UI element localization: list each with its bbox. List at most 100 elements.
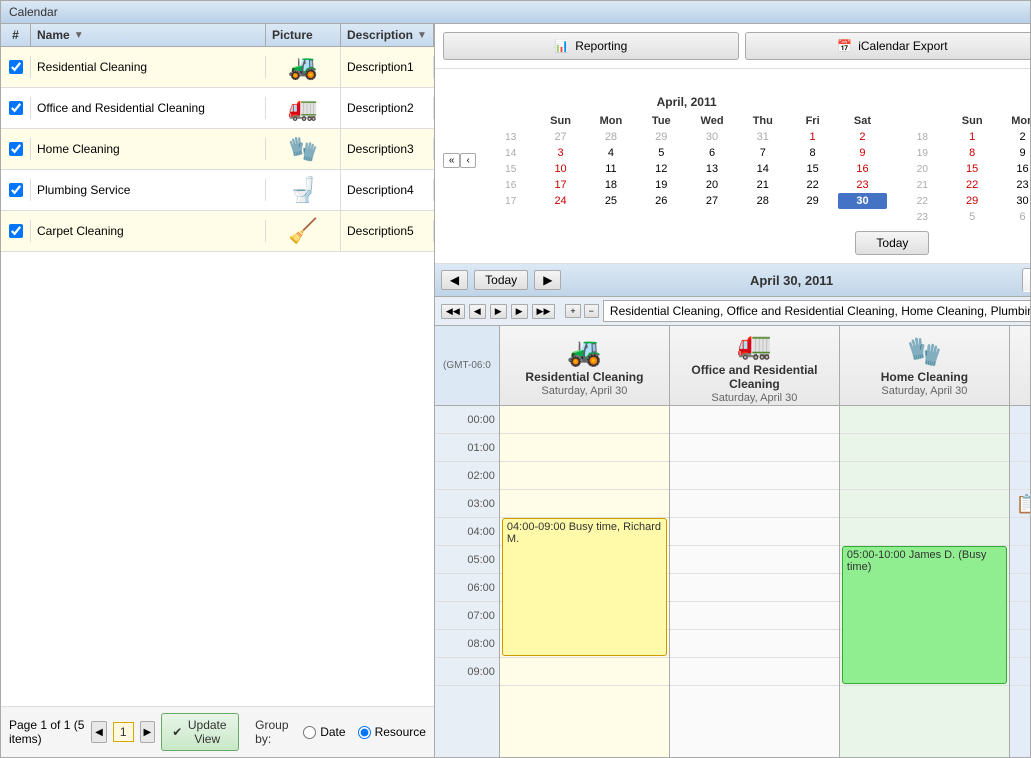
event-block[interactable]: 05:00-10:00 James D. (Busy time) bbox=[842, 546, 1007, 684]
today-btn[interactable]: Today bbox=[855, 231, 929, 255]
row-checkbox[interactable] bbox=[9, 224, 23, 238]
grid-time-slot[interactable] bbox=[500, 434, 669, 462]
grid-col-3[interactable]: 📋Booking System For Cleaning Service - P… bbox=[1010, 406, 1030, 757]
cal-day[interactable]: 10 bbox=[536, 161, 586, 177]
sched-prev-small-btn[interactable]: ◀ bbox=[469, 304, 486, 319]
row-checkbox-cell[interactable] bbox=[1, 179, 31, 201]
cal-day[interactable]: 28 bbox=[738, 193, 788, 209]
grid-time-slot[interactable] bbox=[1010, 546, 1030, 574]
cal-day[interactable]: 18 bbox=[585, 177, 636, 193]
cal-day[interactable]: 23 bbox=[997, 177, 1030, 193]
cal-day[interactable]: 2 bbox=[997, 129, 1030, 145]
reporting-btn[interactable]: 📊 Reporting bbox=[443, 32, 739, 60]
cal-day[interactable]: 1 bbox=[788, 129, 838, 145]
grid-col-2[interactable]: 05:00-10:00 James D. (Busy time) bbox=[840, 406, 1010, 757]
groupby-date-option[interactable]: Date bbox=[303, 725, 345, 739]
row-checkbox-cell[interactable] bbox=[1, 97, 31, 119]
grid-time-slot[interactable] bbox=[670, 518, 839, 546]
row-checkbox[interactable] bbox=[9, 183, 23, 197]
page-prev-btn[interactable]: ◀ bbox=[91, 721, 107, 743]
icalendar-btn[interactable]: 📅 iCalendar Export bbox=[745, 32, 1030, 60]
cal-day[interactable]: 29 bbox=[636, 129, 686, 145]
sched-first-btn[interactable]: ◀◀ bbox=[441, 304, 465, 319]
groupby-resource-option[interactable]: Resource bbox=[358, 725, 426, 739]
cal-day[interactable]: 4 bbox=[585, 145, 636, 161]
cal-day[interactable]: 20 bbox=[686, 177, 738, 193]
cal-day[interactable]: 19 bbox=[636, 177, 686, 193]
groupby-resource-radio[interactable] bbox=[358, 726, 371, 739]
grid-time-slot[interactable] bbox=[670, 434, 839, 462]
grid-time-slot[interactable] bbox=[670, 462, 839, 490]
sched-today-btn[interactable]: Today bbox=[474, 270, 528, 290]
grid-time-slot[interactable] bbox=[500, 490, 669, 518]
cal-prev-prev-btn[interactable]: « bbox=[443, 153, 461, 168]
grid-time-slot[interactable] bbox=[840, 462, 1009, 490]
cal-day[interactable]: 29 bbox=[788, 193, 838, 209]
cal-day[interactable]: 22 bbox=[788, 177, 838, 193]
cal-day[interactable]: 3 bbox=[536, 145, 586, 161]
cal-day[interactable]: 6 bbox=[997, 209, 1030, 225]
cal-day[interactable]: 15 bbox=[947, 161, 997, 177]
page-next-btn[interactable]: ▶ bbox=[140, 721, 156, 743]
cal-day[interactable]: 2 bbox=[838, 129, 888, 145]
grid-col-1[interactable] bbox=[670, 406, 840, 757]
cal-day[interactable]: 15 bbox=[788, 161, 838, 177]
grid-time-slot[interactable] bbox=[840, 434, 1009, 462]
cal-day[interactable]: 16 bbox=[838, 161, 888, 177]
row-checkbox[interactable] bbox=[9, 101, 23, 115]
grid-time-slot[interactable] bbox=[670, 546, 839, 574]
cal-day[interactable]: 13 bbox=[686, 161, 738, 177]
cal-day[interactable]: 6 bbox=[686, 145, 738, 161]
grid-time-slot[interactable] bbox=[1010, 574, 1030, 602]
grid-time-slot[interactable] bbox=[1010, 518, 1030, 546]
grid-time-slot[interactable] bbox=[1010, 658, 1030, 686]
sched-next-small-btn[interactable]: ▶ bbox=[511, 304, 528, 319]
cal-day[interactable]: 12 bbox=[636, 161, 686, 177]
sched-prev-btn[interactable]: ◀ bbox=[441, 270, 468, 290]
cal-day[interactable]: 28 bbox=[585, 129, 636, 145]
tooltip-trigger-icon[interactable]: 📋 bbox=[1016, 494, 1030, 515]
row-checkbox-cell[interactable] bbox=[1, 220, 31, 242]
grid-time-slot[interactable] bbox=[670, 574, 839, 602]
grid-col-0[interactable]: 04:00-09:00 Busy time, Richard M. bbox=[500, 406, 670, 757]
row-checkbox[interactable] bbox=[9, 142, 23, 156]
grid-time-slot[interactable] bbox=[500, 406, 669, 434]
resource-select[interactable]: Residential Cleaning, Office and Residen… bbox=[603, 300, 1030, 322]
grid-time-slot[interactable] bbox=[500, 658, 669, 686]
grid-time-slot[interactable] bbox=[1010, 602, 1030, 630]
grid-time-slot[interactable] bbox=[670, 602, 839, 630]
grid-time-slot[interactable] bbox=[840, 518, 1009, 546]
cal-prev-btn[interactable]: ‹ bbox=[460, 153, 475, 168]
grid-time-slot[interactable] bbox=[500, 462, 669, 490]
row-checkbox-cell[interactable] bbox=[1, 138, 31, 160]
grid-time-slot[interactable] bbox=[670, 630, 839, 658]
grid-time-slot[interactable] bbox=[1010, 630, 1030, 658]
row-checkbox[interactable] bbox=[9, 60, 23, 74]
cal-day[interactable]: 30 bbox=[838, 193, 888, 209]
sched-play-btn[interactable]: ▶ bbox=[490, 304, 507, 319]
cal-day[interactable]: 5 bbox=[636, 145, 686, 161]
sched-del-btn[interactable]: − bbox=[584, 304, 599, 318]
cal-day[interactable]: 30 bbox=[686, 129, 738, 145]
cal-day[interactable]: 29 bbox=[947, 193, 997, 209]
view-tab-day[interactable]: Day bbox=[1022, 268, 1030, 292]
cal-day[interactable]: 14 bbox=[738, 161, 788, 177]
cal-day[interactable]: 25 bbox=[585, 193, 636, 209]
cal-day[interactable]: 7 bbox=[738, 145, 788, 161]
name-filter-icon[interactable]: ▼ bbox=[74, 30, 84, 41]
update-view-btn[interactable]: ✔ Update View bbox=[161, 713, 239, 751]
desc-filter-icon[interactable]: ▼ bbox=[417, 30, 427, 41]
groupby-date-radio[interactable] bbox=[303, 726, 316, 739]
cal-day[interactable]: 31 bbox=[738, 129, 788, 145]
cal-day[interactable]: 24 bbox=[536, 193, 586, 209]
grid-time-slot[interactable] bbox=[670, 658, 839, 686]
cal-day[interactable]: 11 bbox=[585, 161, 636, 177]
cal-day[interactable]: 30 bbox=[997, 193, 1030, 209]
cal-day[interactable]: 27 bbox=[536, 129, 586, 145]
sched-next-btn[interactable]: ▶ bbox=[534, 270, 561, 290]
cal-day[interactable]: 21 bbox=[738, 177, 788, 193]
sched-add-btn[interactable]: + bbox=[565, 304, 580, 318]
grid-time-slot[interactable] bbox=[1010, 406, 1030, 434]
cal-day[interactable]: 17 bbox=[536, 177, 586, 193]
cal-day[interactable]: 9 bbox=[838, 145, 888, 161]
